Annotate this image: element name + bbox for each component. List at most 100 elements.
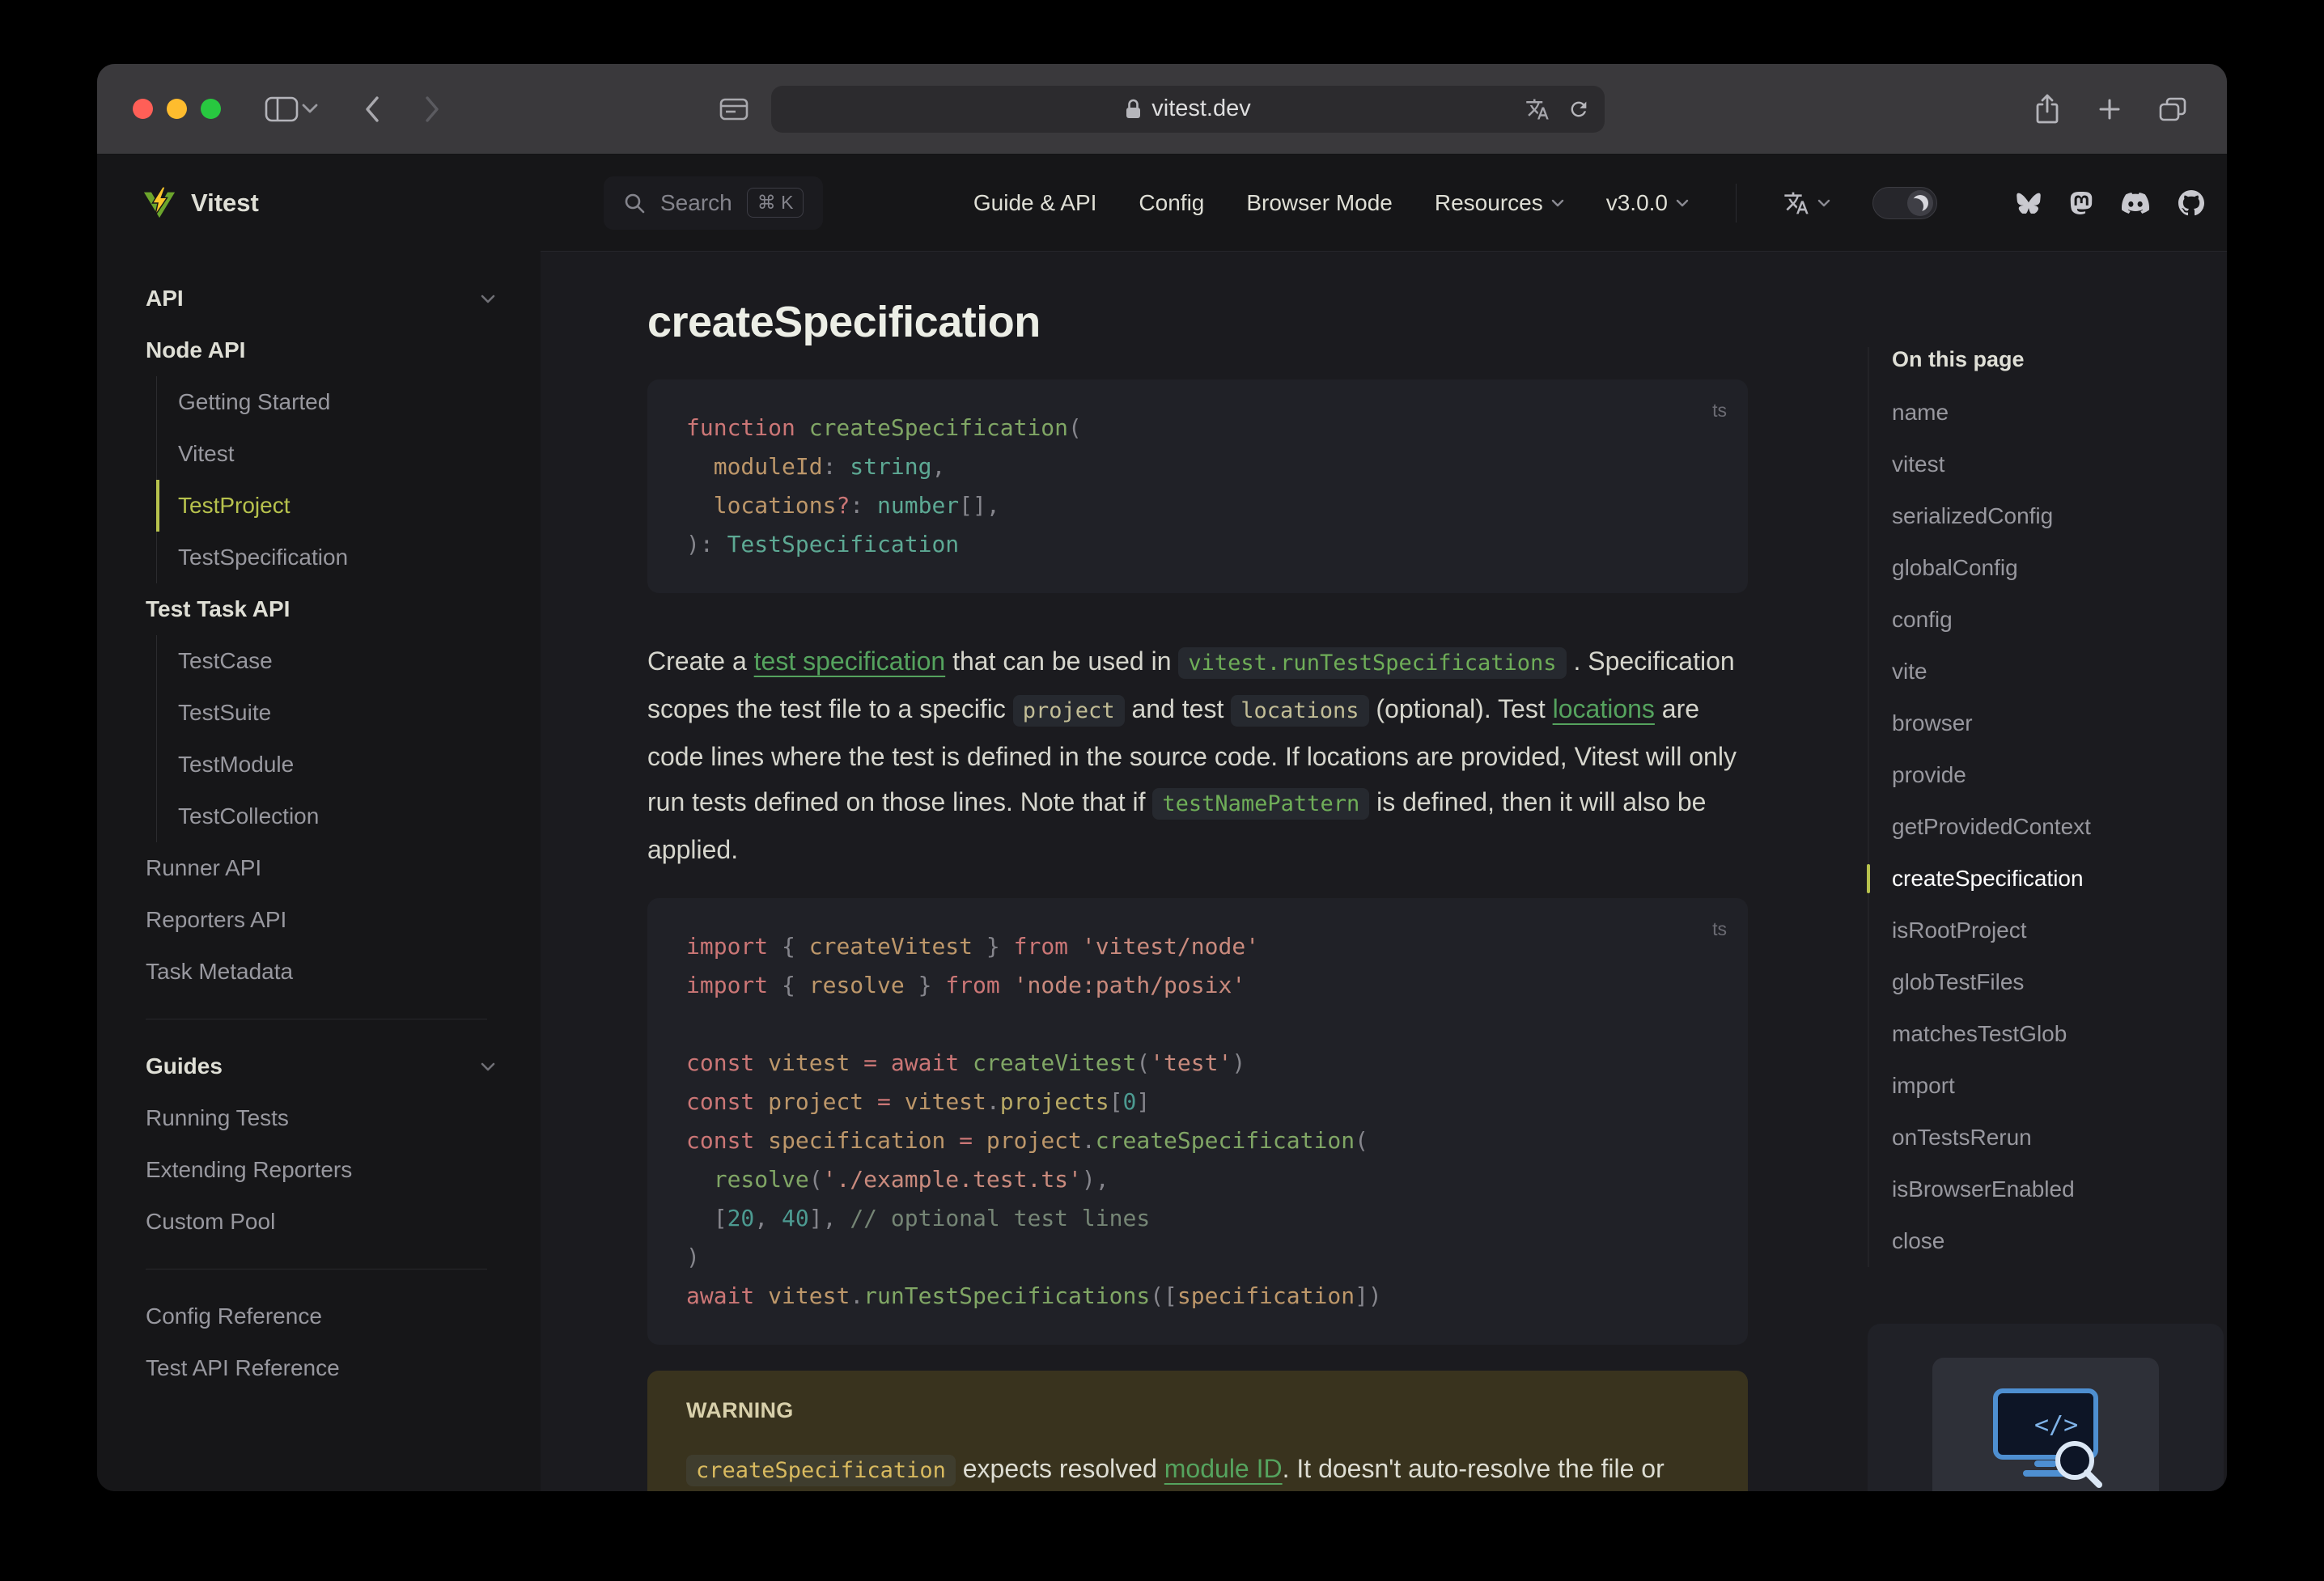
warning-body: createSpecification expects resolved mod…	[686, 1446, 1709, 1491]
sidebar-item-vitest[interactable]: Vitest	[156, 428, 495, 480]
text-segment: createSpecification	[808, 414, 1069, 441]
text-segment: // optional test lines	[850, 1205, 1151, 1231]
sidebar-item-test-task-api[interactable]: Test Task API	[146, 583, 495, 635]
sidebar-section-guides[interactable]: Guides	[146, 1041, 495, 1092]
sidebar-item-testmodule[interactable]: TestModule	[156, 739, 495, 790]
toc-item-close[interactable]: close	[1892, 1215, 2227, 1267]
sidebar-item-testsuite[interactable]: TestSuite	[156, 687, 495, 739]
theme-toggle[interactable]	[1872, 186, 1937, 219]
toc-item-provide[interactable]: provide	[1892, 749, 2227, 801]
toc-item-ontestsrerun[interactable]: onTestsRerun	[1892, 1112, 2227, 1163]
sidebar-item-task-metadata[interactable]: Task Metadata	[146, 946, 495, 998]
sidebar-section-label: Guides	[146, 1053, 223, 1079]
mastodon-link[interactable]	[2070, 191, 2093, 215]
tab-overview-button[interactable]	[2159, 96, 2186, 122]
share-button[interactable]	[2034, 94, 2060, 125]
close-button[interactable]	[133, 99, 153, 119]
toc-item-globalconfig[interactable]: globalConfig	[1892, 542, 2227, 594]
sidebar-item-config-reference[interactable]: Config Reference	[146, 1291, 495, 1342]
reload-button[interactable]	[1567, 98, 1590, 121]
toc-item-isrootproject[interactable]: isRootProject	[1892, 905, 2227, 956]
text-segment	[754, 1282, 768, 1309]
text-segment: 40	[782, 1205, 809, 1231]
page-settings-button[interactable]	[719, 97, 749, 121]
toc-item-import[interactable]: import	[1892, 1060, 2227, 1112]
sidebar-toggle-chevron[interactable]	[302, 104, 318, 114]
sidebar-item-getting-started[interactable]: Getting Started	[156, 376, 495, 428]
bluesky-link[interactable]	[2017, 192, 2041, 214]
nav-link-browser-mode[interactable]: Browser Mode	[1246, 190, 1393, 216]
text-segment	[945, 1127, 959, 1154]
text-segment	[836, 453, 850, 480]
sidebar: Vitest API Node API Getting Started Vite…	[97, 155, 541, 1491]
toolbar-right-group	[2034, 94, 2227, 125]
text-segment: runTestSpecifications	[863, 1282, 1151, 1309]
toc-item-name[interactable]: name	[1892, 387, 2227, 439]
new-tab-button[interactable]	[2097, 97, 2122, 121]
toc-item-createspecification[interactable]: createSpecification	[1867, 853, 2227, 905]
text-segment: .	[850, 1282, 864, 1309]
code-line: ): TestSpecification	[686, 525, 1709, 564]
sidebar-item-testcollection[interactable]: TestCollection	[156, 790, 495, 842]
sidebar-item-test-api-reference[interactable]: Test API Reference	[146, 1342, 495, 1394]
toc-item-config[interactable]: config	[1892, 594, 2227, 646]
sidebar-item-testcase[interactable]: TestCase	[156, 635, 495, 687]
forward-button[interactable]	[423, 95, 441, 124]
sidebar-item-extending-reporters[interactable]: Extending Reporters	[146, 1144, 495, 1196]
right-aside: On this page name vitest serializedConfi…	[1867, 252, 2227, 1491]
discord-link[interactable]	[2122, 192, 2149, 214]
zoom-button[interactable]	[201, 99, 221, 119]
inline-link[interactable]: test specification	[754, 646, 946, 676]
sidebar-subgroup-node-api: Getting Started Vitest TestProject TestS…	[146, 376, 495, 583]
text-segment: and test	[1124, 694, 1232, 723]
search-button[interactable]: Search ⌘ K	[604, 176, 824, 230]
sidebar-item-node-api[interactable]: Node API	[146, 324, 495, 376]
sidebar-item-running-tests[interactable]: Running Tests	[146, 1092, 495, 1144]
text-segment: 0	[1122, 1088, 1137, 1115]
nav-link-config[interactable]: Config	[1139, 190, 1204, 216]
ad-image: </>	[1932, 1358, 2159, 1491]
svg-text:</>: </>	[2034, 1411, 2078, 1439]
toc-item-serializedconfig[interactable]: serializedConfig	[1892, 490, 2227, 542]
sidebar-toggle-button[interactable]	[265, 95, 299, 123]
inline-link[interactable]: module ID	[1164, 1454, 1283, 1483]
text-segment: ),	[1081, 1166, 1109, 1193]
text-segment: =	[959, 1127, 973, 1154]
sidebar-item-runner-api[interactable]: Runner API	[146, 842, 495, 894]
nav-menu-version[interactable]: v3.0.0	[1606, 190, 1689, 216]
sidebar-item-testproject[interactable]: TestProject	[156, 480, 495, 532]
chevron-down-icon	[1676, 199, 1689, 206]
language-menu-button[interactable]	[1783, 190, 1830, 216]
logo[interactable]: Vitest	[97, 155, 541, 252]
sidebar-section-api[interactable]: API	[146, 273, 495, 324]
text-segment: (	[1068, 414, 1082, 441]
code-block-signature: ts function createSpecification( moduleI…	[647, 379, 1748, 593]
toc-item-vitest[interactable]: vitest	[1892, 439, 2227, 490]
github-link[interactable]	[2178, 189, 2204, 216]
sidebar-item-custom-pool[interactable]: Custom Pool	[146, 1196, 495, 1248]
text-segment: createVitest	[808, 933, 973, 960]
nav-menu-resources[interactable]: Resources	[1435, 190, 1564, 216]
logo-text: Vitest	[191, 189, 259, 217]
text-segment: const	[686, 1127, 755, 1154]
translate-page-button[interactable]	[1525, 97, 1550, 121]
sidebar-item-reporters-api[interactable]: Reporters API	[146, 894, 495, 946]
sidebar-item-testspecification[interactable]: TestSpecification	[156, 532, 495, 583]
page-content: createSpecification ts function createSp…	[541, 252, 2227, 1491]
minimize-button[interactable]	[167, 99, 187, 119]
toc-item-globtestfiles[interactable]: globTestFiles	[1892, 956, 2227, 1008]
ad-box[interactable]: </>	[1868, 1324, 2224, 1491]
text-segment: ])	[1355, 1282, 1382, 1309]
text-segment	[973, 1127, 986, 1154]
toc-item-matchestestglob[interactable]: matchesTestGlob	[1892, 1008, 2227, 1060]
address-bar[interactable]: vitest.dev	[771, 85, 1605, 133]
toc-item-getprovidedcontext[interactable]: getProvidedContext	[1892, 801, 2227, 853]
text-segment	[754, 1127, 768, 1154]
nav-link-guide-api[interactable]: Guide & API	[973, 190, 1097, 216]
text-segment: const	[686, 1049, 755, 1076]
toc-item-vite[interactable]: vite	[1892, 646, 2227, 697]
toc-item-browser[interactable]: browser	[1892, 697, 2227, 749]
inline-link[interactable]: locations	[1553, 694, 1655, 723]
toc-item-isbrowserenabled[interactable]: isBrowserEnabled	[1892, 1163, 2227, 1215]
back-button[interactable]	[363, 95, 381, 124]
